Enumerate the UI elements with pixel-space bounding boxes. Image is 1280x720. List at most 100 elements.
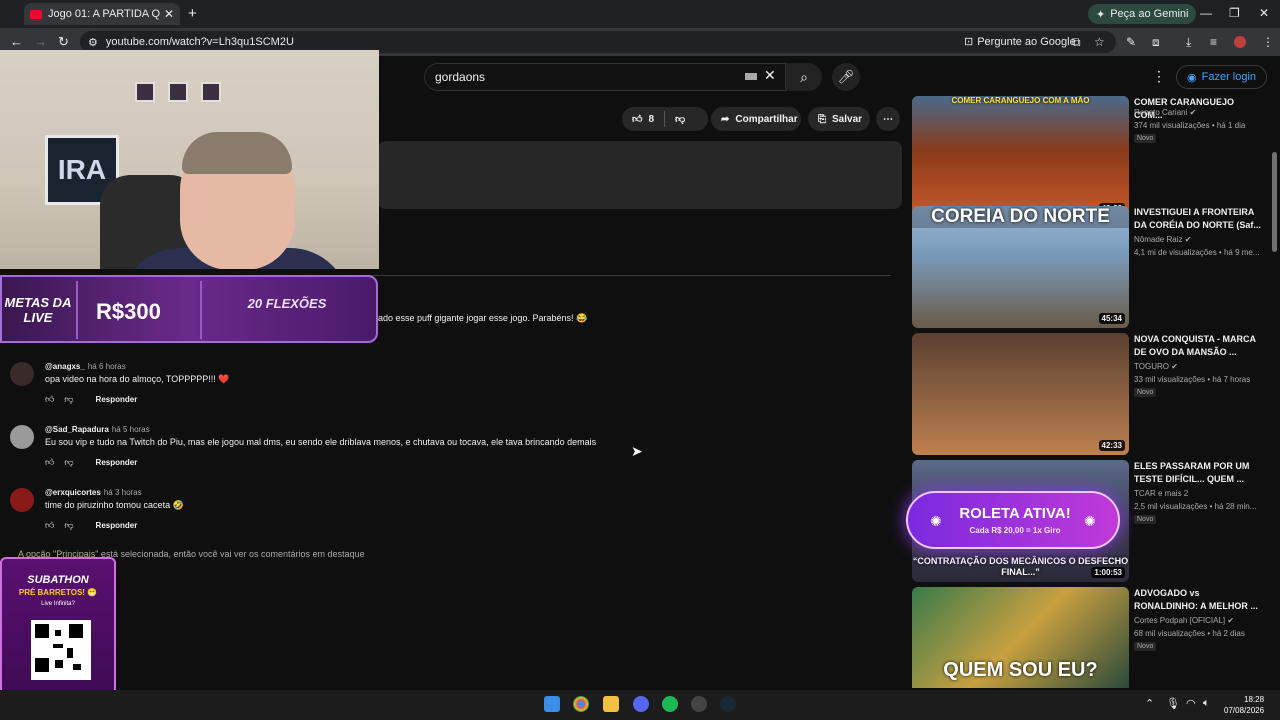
login-label: Fazer login xyxy=(1201,71,1257,83)
avatar[interactable] xyxy=(10,488,34,512)
comment-author[interactable]: @erxquicortes xyxy=(45,488,101,497)
comment-meta: @erxquicortes há 3 horas xyxy=(45,488,142,497)
verified-icon: ✔ xyxy=(1171,362,1178,371)
wifi-icon[interactable]: ◠ xyxy=(1186,697,1196,710)
dislike-icon[interactable]: 👎︎ xyxy=(64,520,73,531)
qr-module xyxy=(53,644,63,648)
close-window-button[interactable]: ✕ xyxy=(1259,6,1269,20)
comment-author[interactable]: @Sad_Rapadura xyxy=(45,425,109,434)
microphone-icon[interactable]: 🎙︎ xyxy=(1166,697,1180,710)
volume-icon[interactable]: 🔈︎ xyxy=(1203,697,1210,710)
page-scrollbar[interactable] xyxy=(1272,152,1277,252)
clear-search-icon[interactable]: ✕ xyxy=(764,67,776,84)
chrome-menu-icon[interactable]: ⋮ xyxy=(1262,35,1274,49)
spotify-icon[interactable] xyxy=(662,696,678,712)
dislike-icon[interactable]: 👎︎ xyxy=(64,457,73,468)
comment-text: time do piruzinho tomou caceta 🤣 xyxy=(45,500,184,510)
like-icon[interactable]: 👍︎ xyxy=(45,457,54,468)
search-input[interactable]: gordaons xyxy=(424,63,786,91)
video-title[interactable]: INVESTIGUEI A FRONTEIRA DA CORÉIA DO NOR… xyxy=(1134,206,1264,232)
reply-button[interactable]: Responder xyxy=(96,458,138,467)
poster-logo: IRA xyxy=(57,154,107,185)
thumbnail-caption: COMER CARANGUEJO COM A MÃO xyxy=(951,96,1090,105)
dislike-icon[interactable]: 👎︎ xyxy=(64,394,73,405)
comment-author[interactable]: @anagxs_ xyxy=(45,362,85,371)
gemini-button[interactable]: ✦ Peça ao Gemini xyxy=(1088,4,1197,24)
verified-icon: ✔ xyxy=(1227,616,1235,625)
minimize-button[interactable]: — xyxy=(1200,6,1212,20)
video-thumbnail[interactable]: 42:33 xyxy=(912,333,1129,455)
comment-time[interactable]: há 6 horas xyxy=(88,362,126,371)
avatar[interactable] xyxy=(10,362,34,386)
like-icon[interactable]: 👍︎ xyxy=(45,520,54,531)
forward-icon[interactable]: → xyxy=(34,34,47,49)
recommended-video[interactable]: QUEM SOU EU? ADVOGADO vs RONALDINHO: A M… xyxy=(912,587,1272,688)
share-button[interactable]: ➦ Compartilhar xyxy=(711,107,801,131)
reply-button[interactable]: Responder xyxy=(96,395,138,404)
maximize-button[interactable]: ❐ xyxy=(1229,6,1240,20)
video-title[interactable]: ADVOGADO vs RONALDINHO: A MELHOR ... xyxy=(1134,587,1264,613)
like-icon[interactable]: 👍︎ xyxy=(45,394,54,405)
ask-google-button[interactable]: ⊡ Pergunte ao Google xyxy=(964,35,1076,49)
login-button[interactable]: ◉ Fazer login xyxy=(1176,65,1268,89)
description-box[interactable] xyxy=(378,141,902,209)
recommended-video[interactable]: COREIA DO NORTE 45:34 INVESTIGUEI A FRON… xyxy=(912,206,1272,328)
profile-avatar[interactable] xyxy=(1234,36,1246,48)
video-channel[interactable]: Nômade Raiz ✔ xyxy=(1134,235,1191,244)
extension-pen-icon[interactable]: ✎ xyxy=(1126,35,1136,49)
install-icon[interactable]: ⧉ xyxy=(1072,35,1081,50)
video-channel[interactable]: Renato Cariani ✔ xyxy=(1134,108,1196,117)
file-explorer-icon[interactable] xyxy=(603,696,619,712)
comment-time[interactable]: há 5 horas xyxy=(112,425,150,434)
steam-icon[interactable] xyxy=(720,696,736,712)
goals-separator xyxy=(200,281,202,339)
browser-tab-strip: Jogo 01: A PARTIDA QUE FEZ PI ✕ + ✦ Peça… xyxy=(0,0,1280,28)
mouse-cursor-icon: ➤ xyxy=(631,443,643,459)
video-channel[interactable]: TCAR e mais 2 xyxy=(1134,489,1188,498)
video-channel[interactable]: Cortes Podpah [OFICIAL] ✔ xyxy=(1134,616,1234,625)
chrome-icon[interactable] xyxy=(573,696,589,712)
discord-icon[interactable] xyxy=(633,696,649,712)
new-tab-button[interactable]: + xyxy=(188,5,197,22)
comment-time[interactable]: há 3 horas xyxy=(104,488,142,497)
media-icon[interactable]: ≡ xyxy=(1210,35,1217,49)
settings-menu-icon[interactable]: ⋮ xyxy=(1152,68,1166,85)
bookmark-star-icon[interactable]: ☆ xyxy=(1094,35,1105,49)
system-clock[interactable]: 18:28 07/08/2026 xyxy=(1224,694,1264,716)
gemini-icon: ✦ xyxy=(1096,8,1106,21)
browser-tab[interactable]: Jogo 01: A PARTIDA QUE FEZ PI ✕ xyxy=(24,3,180,25)
video-thumbnail[interactable]: QUEM SOU EU? xyxy=(912,587,1129,688)
save-button[interactable]: ⎘ Salvar xyxy=(808,107,870,131)
tab-close-icon[interactable]: ✕ xyxy=(164,7,174,21)
channel-name: TCAR e mais 2 xyxy=(1134,489,1189,498)
app-icon[interactable] xyxy=(691,696,707,712)
dislike-icon[interactable]: 👎︎ xyxy=(675,113,685,125)
video-channel[interactable]: TOGURO ✔ xyxy=(1134,362,1178,371)
windows-start-icon[interactable] xyxy=(544,696,560,712)
extensions-puzzle-icon[interactable]: ⧈ xyxy=(1152,35,1160,50)
qr-finder xyxy=(35,624,49,638)
search-button[interactable]: ⌕ xyxy=(786,63,822,91)
video-title[interactable]: NOVA CONQUISTA - MARCA DE OVO DA MANSÃO … xyxy=(1134,333,1264,359)
video-title[interactable]: ELES PASSARAM POR UM TESTE DIFÍCIL... QU… xyxy=(1134,460,1264,486)
new-badge: Novo xyxy=(1134,515,1157,524)
video-views: 374 mil visualizações • há 1 dia xyxy=(1134,121,1246,130)
keyboard-icon[interactable] xyxy=(745,73,757,80)
video-thumbnail[interactable]: COREIA DO NORTE 45:34 xyxy=(912,206,1129,328)
back-icon[interactable]: ← xyxy=(10,34,23,49)
voice-search-button[interactable]: 🎤︎ xyxy=(832,63,860,91)
site-info-icon[interactable]: ⚙ xyxy=(88,36,98,49)
download-icon[interactable]: ⤓ xyxy=(1186,35,1191,50)
recommended-video[interactable]: COMER CARANGUEJO COM A MÃO 43:23 COMER C… xyxy=(912,96,1272,218)
reload-icon[interactable]: ↻ xyxy=(58,34,69,50)
more-actions-button[interactable]: ⋯ xyxy=(876,107,900,131)
avatar[interactable] xyxy=(10,425,34,449)
comment-text: Eu sou vip e tudo na Twitch do Piu, mas … xyxy=(45,437,597,447)
reply-button[interactable]: Responder xyxy=(96,521,138,530)
video-thumbnail[interactable]: COMER CARANGUEJO COM A MÃO 43:23 xyxy=(912,96,1129,218)
tray-chevron-icon[interactable]: ⌃ xyxy=(1145,697,1154,710)
like-icon[interactable]: 👍︎ xyxy=(632,113,642,125)
recommended-video[interactable]: 42:33 NOVA CONQUISTA - MARCA DE OVO DA M… xyxy=(912,333,1272,455)
new-badge: Novo xyxy=(1134,388,1157,397)
qr-finder xyxy=(69,624,83,638)
